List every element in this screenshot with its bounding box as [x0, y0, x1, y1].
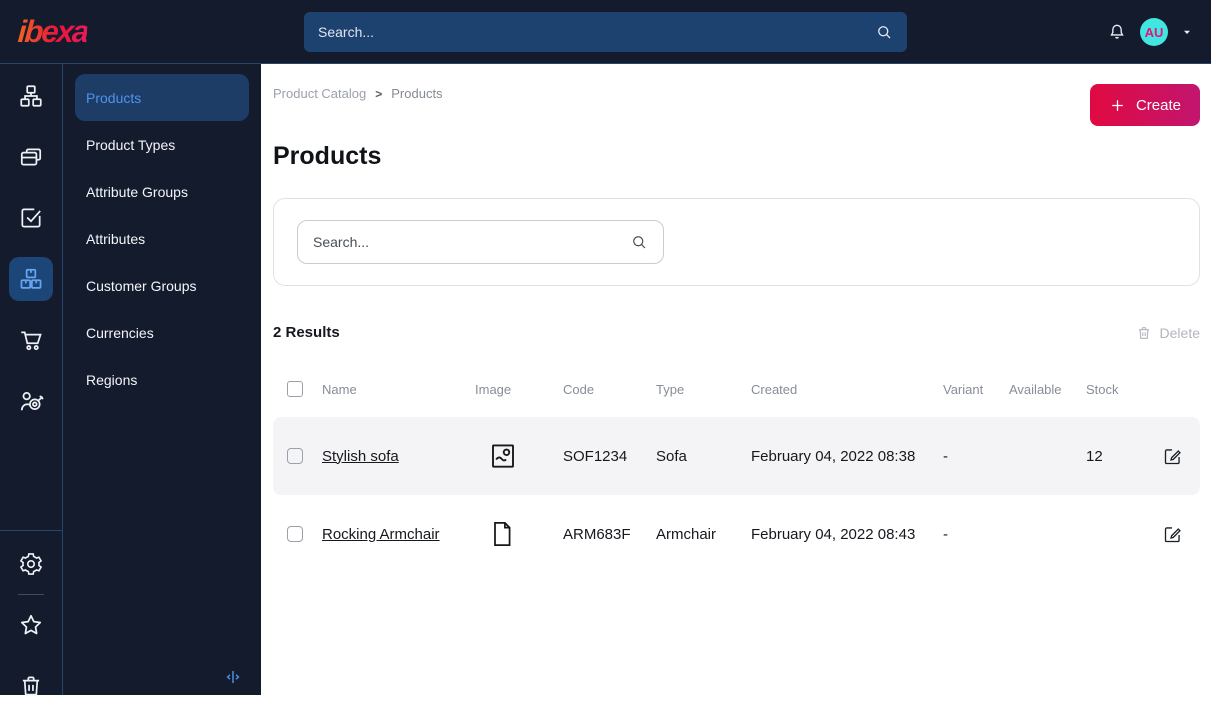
- plus-icon: [1109, 97, 1126, 114]
- product-search[interactable]: [297, 220, 664, 264]
- delete-button[interactable]: Delete: [1136, 325, 1200, 341]
- product-type: Armchair: [656, 525, 717, 543]
- sidebar-item-product-types[interactable]: Product Types: [75, 121, 249, 168]
- sidebar-product-catalog: Products Product Types Attribute Groups …: [63, 64, 261, 695]
- product-name-link[interactable]: Rocking Armchair: [322, 526, 440, 543]
- column-header-type: Type: [656, 381, 685, 397]
- table-row: Rocking Armchair ARM683F Armchair Februa…: [273, 495, 1200, 573]
- results-count: 2 Results: [273, 324, 340, 341]
- breadcrumb: Product Catalog > Products: [273, 64, 1200, 101]
- results-bar: 2 Results Delete: [273, 324, 1200, 341]
- sidebar-item-attribute-groups[interactable]: Attribute Groups: [75, 168, 249, 215]
- column-header-stock: Stock: [1086, 381, 1119, 397]
- sidebar-item-label: Products: [86, 89, 142, 106]
- trash-icon: [1136, 325, 1152, 341]
- product-catalog-icon[interactable]: [9, 257, 53, 301]
- sidebar-item-customer-groups[interactable]: Customer Groups: [75, 262, 249, 309]
- create-button-label: Create: [1135, 96, 1181, 114]
- bookmarks-star-icon[interactable]: [9, 603, 53, 647]
- sidebar-item-regions[interactable]: Regions: [75, 356, 249, 403]
- pages-icon[interactable]: [9, 135, 53, 179]
- column-header-name: Name: [322, 381, 357, 397]
- create-button[interactable]: Create: [1089, 84, 1200, 126]
- select-all-checkbox[interactable]: [287, 381, 303, 397]
- sidebar-item-label: Currencies: [86, 324, 154, 341]
- sidebar-item-products[interactable]: Products: [75, 74, 249, 121]
- topbar: ibexa AU: [0, 0, 1211, 64]
- product-created: February 04, 2022 08:43: [751, 525, 916, 543]
- product-code: ARM683F: [563, 525, 631, 543]
- sidebar-item-label: Regions: [86, 371, 138, 388]
- column-header-available: Available: [1009, 381, 1062, 397]
- product-variant: -: [943, 525, 948, 543]
- product-type: Sofa: [656, 447, 687, 465]
- product-variant: -: [943, 447, 948, 465]
- sitemap-icon[interactable]: [9, 74, 53, 118]
- sidebar-item-label: Attributes: [86, 230, 146, 247]
- rail-divider: [0, 530, 63, 531]
- breadcrumb-separator: >: [375, 86, 383, 101]
- sidebar-item-label: Attribute Groups: [86, 183, 188, 200]
- chevron-down-icon[interactable]: [1181, 26, 1193, 38]
- global-search-input[interactable]: [318, 24, 875, 40]
- global-search[interactable]: [304, 12, 907, 52]
- breadcrumb-products[interactable]: Products: [391, 86, 442, 101]
- cart-icon[interactable]: [9, 318, 53, 362]
- product-created: February 04, 2022 08:38: [751, 447, 916, 465]
- edit-button[interactable]: [1160, 522, 1185, 547]
- table-row: Stylish sofa SOF1234 Sofa February 04, 2…: [273, 417, 1200, 495]
- row-checkbox[interactable]: [287, 448, 303, 464]
- sidebar-item-label: Customer Groups: [86, 277, 197, 294]
- tasks-icon[interactable]: [9, 196, 53, 240]
- delete-button-label: Delete: [1159, 324, 1200, 341]
- filter-card: [273, 198, 1200, 286]
- segments-icon[interactable]: [9, 379, 53, 423]
- topbar-right-cluster: AU: [1107, 0, 1193, 64]
- image-icon: [475, 440, 563, 472]
- column-header-image: Image: [475, 381, 512, 397]
- trash-icon[interactable]: [9, 664, 53, 708]
- page-title: Products: [273, 142, 382, 170]
- notifications-bell-icon[interactable]: [1107, 22, 1127, 42]
- main-content: Product Catalog > Products Create Produc…: [261, 64, 1211, 695]
- settings-gear-icon[interactable]: [9, 542, 53, 586]
- search-icon[interactable]: [875, 23, 893, 41]
- sidebar-item-label: Product Types: [86, 136, 176, 153]
- product-name-link[interactable]: Stylish sofa: [322, 448, 399, 465]
- sidebar-item-attributes[interactable]: Attributes: [75, 215, 249, 262]
- table-body: Stylish sofa SOF1234 Sofa February 04, 2…: [273, 417, 1200, 573]
- file-icon: [475, 518, 563, 550]
- sidebar-collapse-icon[interactable]: [224, 668, 242, 686]
- edit-button[interactable]: [1160, 444, 1185, 469]
- table-header: Name Image Code Type Created Variant Ava…: [273, 377, 1200, 401]
- rail-divider-small: [18, 594, 44, 595]
- sidebar-item-currencies[interactable]: Currencies: [75, 309, 249, 356]
- product-stock: 12: [1086, 447, 1103, 465]
- search-icon[interactable]: [630, 233, 648, 251]
- column-header-created: Created: [751, 381, 798, 397]
- avatar[interactable]: AU: [1140, 18, 1168, 46]
- ibexa-logo[interactable]: ibexa: [17, 14, 89, 50]
- column-header-code: Code: [563, 381, 595, 397]
- product-code: SOF1234: [563, 447, 628, 465]
- row-checkbox[interactable]: [287, 526, 303, 542]
- icon-rail: [0, 64, 63, 696]
- breadcrumb-product-catalog[interactable]: Product Catalog: [273, 86, 366, 101]
- column-header-variant: Variant: [943, 381, 984, 397]
- product-search-input[interactable]: [313, 234, 630, 250]
